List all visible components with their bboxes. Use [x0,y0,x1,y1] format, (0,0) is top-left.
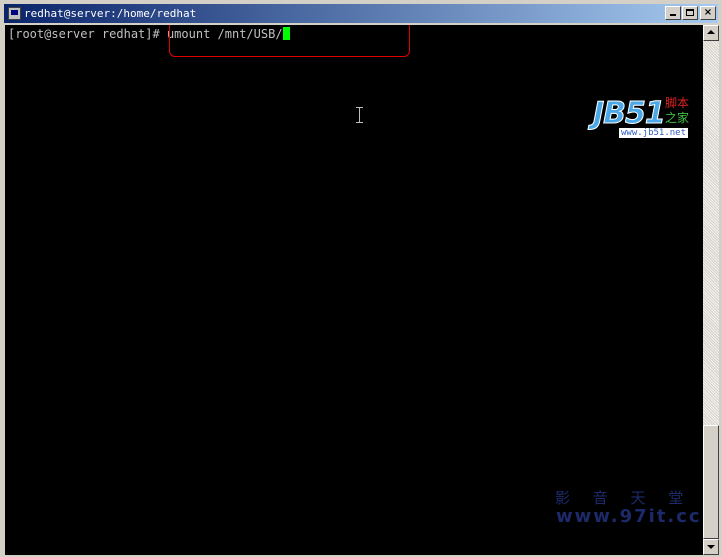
window-controls: × [664,6,716,21]
title-bar[interactable]: redhat@server:/home/redhat × [4,4,718,23]
terminal-window: redhat@server:/home/redhat × [root@serve… [0,0,722,557]
close-icon: × [703,7,713,18]
scrollbar-thumb[interactable] [703,425,719,539]
logo-main-text: JB51 [593,96,667,131]
scroll-up-button[interactable] [703,25,719,41]
logo-url: www.jb51.net [619,128,689,138]
logo-cn-line2: 之家 [665,111,690,125]
terminal-app-icon[interactable] [8,7,21,20]
shell-prompt: [root@server redhat]# [8,27,167,41]
ibeam-cursor-icon [356,107,364,123]
maximize-button[interactable] [682,6,698,20]
terminal-output[interactable]: [root@server redhat]# umount /mnt/USB/ J… [5,25,703,555]
window-title: redhat@server:/home/redhat [24,7,197,20]
watermark-url: www.97it.cc [556,506,702,527]
vertical-scrollbar[interactable] [703,25,719,555]
command-highlight-box [169,25,410,57]
scroll-down-button[interactable] [703,539,719,555]
watermark-text: 影 音 天 堂 [555,489,693,507]
jb51-logo: JB51 脚本 之家 www.jb51.net [593,95,695,141]
logo-cn-line1: 脚本 [665,96,690,110]
minimize-button[interactable] [665,6,681,20]
close-button[interactable]: × [700,6,716,20]
